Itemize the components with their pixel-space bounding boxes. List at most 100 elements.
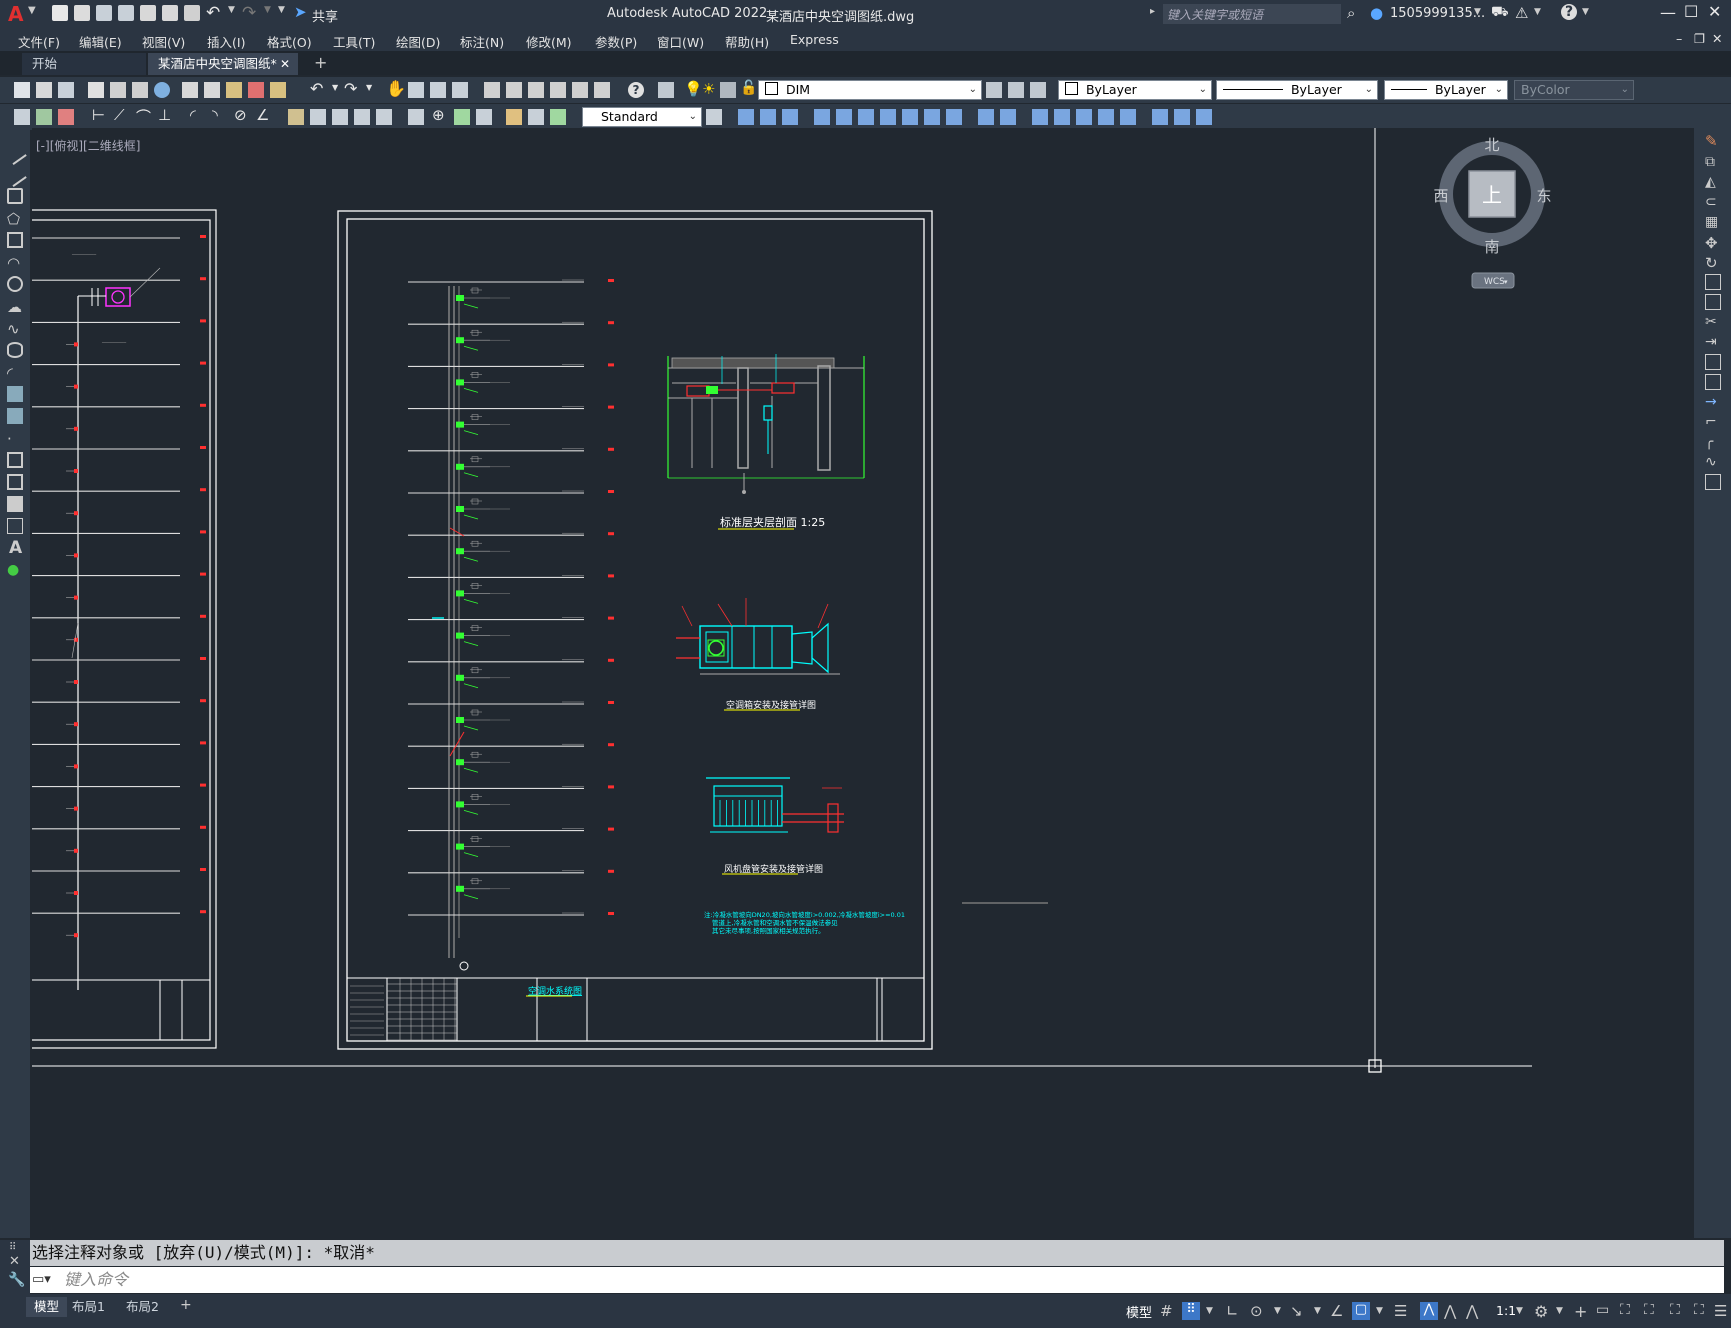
break-point-tool-icon[interactable]	[1705, 354, 1721, 370]
viewcube[interactable]: 上 北 南 东 西 WCS ▾	[1433, 136, 1552, 289]
match-properties-icon[interactable]	[248, 82, 264, 98]
workspace-chevron-icon[interactable]: ▼	[1556, 1306, 1574, 1324]
array-icon[interactable]	[814, 109, 830, 125]
command-prompt-icon[interactable]: ▭▾	[32, 1267, 51, 1293]
color-dropdown[interactable]: ByLayer ⌄	[1058, 80, 1212, 100]
center-mark-icon[interactable]: ⊕	[432, 106, 445, 124]
offset-icon[interactable]	[782, 109, 798, 125]
layer-viewport-icon[interactable]	[720, 82, 736, 98]
autodesk-app-icon[interactable]: ⚠	[1515, 4, 1528, 22]
rotate-icon[interactable]	[858, 109, 874, 125]
gradient-icon[interactable]	[7, 474, 23, 490]
tolerance-icon[interactable]	[408, 109, 424, 125]
search-expand-chevron-icon[interactable]: ▸	[1150, 6, 1155, 17]
stretch-tool-icon[interactable]	[1705, 294, 1721, 310]
add-selected-icon[interactable]: ●	[7, 562, 23, 578]
menu-edit[interactable]: 编辑(E)	[79, 32, 122, 51]
menu-parametric[interactable]: 参数(P)	[595, 32, 637, 51]
add-layout-plus-icon[interactable]: +	[180, 1297, 192, 1313]
array-tool-icon[interactable]: ▦	[1705, 214, 1721, 230]
menu-window[interactable]: 窗口(W)	[657, 32, 704, 51]
layer-thaw-sun-icon[interactable]: ☀	[702, 80, 715, 98]
redo-tb-chevron-icon[interactable]: ▼	[366, 83, 372, 92]
user-avatar-icon[interactable]: ●	[1370, 4, 1383, 22]
chamfer-tool-icon[interactable]: ⌐	[1705, 414, 1721, 430]
tool-palettes-icon[interactable]	[528, 82, 544, 98]
lock-ui-icon[interactable]: ⛶	[1644, 1302, 1662, 1320]
table-icon[interactable]	[7, 518, 23, 534]
drawing-canvas[interactable]: [-][俯视][二维线框] ──────── ──────── 空调水系统图 标…	[0, 128, 1694, 1238]
minimize-icon[interactable]: —	[1660, 3, 1676, 22]
design-center-icon[interactable]	[506, 82, 522, 98]
lineweight-dropdown[interactable]: ByLayer ⌄	[1384, 80, 1508, 100]
region-icon[interactable]	[7, 496, 23, 512]
command-customize-icon[interactable]: 🔧	[8, 1272, 25, 1288]
maximize-icon[interactable]: ☐	[1684, 2, 1698, 21]
arc-length-icon[interactable]: ⌒	[136, 106, 151, 127]
trim-icon[interactable]	[924, 109, 940, 125]
menu-express[interactable]: Express	[790, 32, 839, 47]
jogged-icon[interactable]: ◝	[212, 106, 218, 124]
layout-tab-layout2[interactable]: 布局2	[118, 1297, 167, 1317]
tab-start[interactable]: 开始	[22, 53, 146, 75]
annotation-scale-value[interactable]: 1:1	[1496, 1303, 1516, 1318]
plotstyle-dropdown[interactable]: ByColor ⌄	[1514, 80, 1634, 100]
zoom-previous-icon[interactable]	[452, 82, 468, 98]
erase-tool-icon[interactable]: ✎	[1705, 132, 1721, 150]
doc-close-icon[interactable]: ✕	[1712, 31, 1722, 46]
menu-draw[interactable]: 绘图(D)	[396, 32, 440, 51]
share-button[interactable]: 共享	[312, 6, 338, 25]
snap-mode-icon[interactable]: ⠿	[1182, 1302, 1200, 1320]
mirror-tool-icon[interactable]: ◭	[1705, 174, 1721, 190]
layer-on-bulb-icon[interactable]: 💡	[684, 80, 703, 98]
inspection-icon[interactable]	[454, 109, 470, 125]
layer-dropdown[interactable]: DIM ⌄	[758, 80, 982, 100]
copy-obj-icon[interactable]	[738, 109, 754, 125]
help-icon[interactable]: ?	[1561, 4, 1577, 20]
annotation-scale-chevron-icon[interactable]: ▼	[1516, 1306, 1534, 1324]
auto-scale-icon[interactable]: ⋀	[1444, 1302, 1462, 1320]
properties-icon[interactable]	[484, 82, 500, 98]
user-menu-chevron-icon[interactable]: ▼	[1474, 7, 1481, 17]
diameter-icon[interactable]: ⊘	[234, 106, 247, 124]
viewport-controls-label[interactable]: [-][俯视][二维线框]	[36, 138, 140, 153]
stretch-icon[interactable]	[902, 109, 918, 125]
undo-chevron-icon[interactable]: ▼	[228, 5, 235, 15]
paste-icon[interactable]	[226, 82, 242, 98]
angular-icon[interactable]: ∠	[256, 106, 269, 124]
application-menu-chevron-icon[interactable]: ▼	[28, 5, 36, 16]
redo-tb-icon[interactable]: ↷	[344, 79, 357, 98]
new-icon[interactable]	[14, 82, 30, 98]
construction-line-icon[interactable]	[3, 163, 27, 187]
publish-icon[interactable]	[132, 82, 148, 98]
workspace-gear-icon[interactable]: ⚙	[1534, 1302, 1552, 1321]
blend-curves-tool-icon[interactable]: ∿	[1705, 454, 1721, 470]
move-tool-icon[interactable]: ✥	[1705, 234, 1721, 252]
layer-isolate-icon[interactable]	[58, 109, 74, 125]
markup-icon[interactable]	[572, 82, 588, 98]
rectangle-icon[interactable]	[7, 232, 23, 248]
layer-previous-icon[interactable]	[1008, 82, 1024, 98]
menu-file[interactable]: 文件(F)	[18, 32, 60, 51]
linear-dim-icon[interactable]: ⊢	[92, 106, 105, 124]
break-icon[interactable]	[978, 109, 994, 125]
save-as-icon[interactable]	[118, 5, 134, 21]
tab-close-icon[interactable]: ✕	[280, 53, 290, 75]
help-chevron-icon[interactable]: ▼	[1582, 7, 1589, 17]
break-tool-icon[interactable]	[1705, 374, 1721, 390]
explode-icon[interactable]	[1098, 109, 1114, 125]
join-tool-icon[interactable]: →	[1705, 394, 1721, 410]
menu-insert[interactable]: 插入(I)	[207, 32, 245, 51]
ellipse-arc-icon[interactable]: ◜	[7, 364, 23, 382]
annotation-monitor-icon[interactable]: +	[1574, 1302, 1592, 1321]
open-web-icon[interactable]	[140, 5, 156, 21]
menu-help[interactable]: 帮助(H)	[725, 32, 769, 51]
spline-icon[interactable]: ∿	[7, 320, 23, 338]
open-file-icon[interactable]	[74, 5, 90, 21]
scale-icon[interactable]	[880, 109, 896, 125]
dim-style-icon[interactable]	[14, 109, 30, 125]
hatch-icon[interactable]	[7, 452, 23, 468]
app-menu-chevron-icon[interactable]: ▼	[1534, 7, 1541, 17]
save-icon-tb[interactable]	[58, 82, 74, 98]
open-icon[interactable]	[36, 82, 52, 98]
